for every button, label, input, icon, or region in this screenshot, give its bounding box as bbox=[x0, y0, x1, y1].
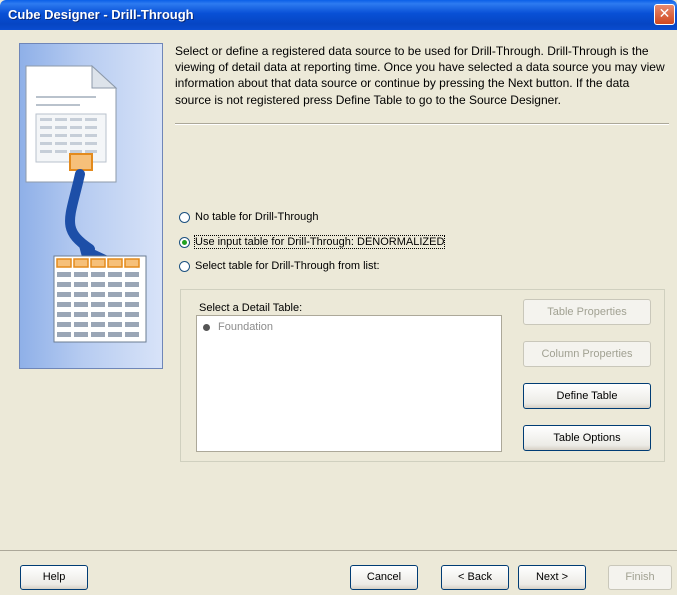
detail-table-group-label: Select a Detail Table: bbox=[199, 302, 303, 314]
finish-button[interactable]: Finish bbox=[608, 565, 672, 590]
help-label: Help bbox=[42, 571, 66, 583]
table-options-label: Table Options bbox=[553, 432, 621, 444]
table-options-button[interactable]: Table Options bbox=[523, 425, 651, 451]
drill-through-graphic bbox=[25, 64, 147, 343]
radio-select-from-list[interactable] bbox=[179, 260, 190, 272]
title-bar[interactable]: Cube Designer - Drill-Through ✕ bbox=[0, 0, 677, 30]
cancel-button[interactable]: Cancel bbox=[350, 565, 418, 590]
define-table-label: Define Table bbox=[556, 390, 618, 402]
footer-divider bbox=[0, 550, 677, 551]
help-button[interactable]: Help bbox=[20, 565, 88, 590]
column-properties-label: Column Properties bbox=[541, 348, 633, 360]
radio-no-table[interactable] bbox=[179, 211, 190, 223]
data-table-icon bbox=[53, 255, 147, 343]
back-button[interactable]: < Back bbox=[441, 565, 509, 590]
cancel-label: Cancel bbox=[366, 571, 402, 583]
back-label: < Back bbox=[458, 571, 492, 583]
detail-table-list[interactable]: Foundation bbox=[196, 315, 502, 452]
close-button[interactable]: ✕ bbox=[654, 4, 675, 25]
option-no-table[interactable]: No table for Drill-Through bbox=[179, 209, 319, 225]
option-use-input-table[interactable]: Use input table for Drill-Through: DENOR… bbox=[179, 234, 446, 250]
drill-through-illustration bbox=[19, 43, 163, 369]
header-divider bbox=[175, 123, 669, 125]
radio-use-input-table[interactable] bbox=[179, 236, 190, 248]
table-properties-button[interactable]: Table Properties bbox=[523, 299, 651, 325]
list-item-label: Foundation bbox=[218, 321, 274, 333]
define-table-button[interactable]: Define Table bbox=[523, 383, 651, 409]
option-no-table-label: No table for Drill-Through bbox=[195, 211, 319, 223]
next-button[interactable]: Next > bbox=[518, 565, 586, 590]
list-item[interactable]: Foundation bbox=[203, 321, 273, 333]
finish-label: Finish bbox=[625, 571, 655, 583]
close-icon: ✕ bbox=[658, 6, 671, 22]
column-properties-button[interactable]: Column Properties bbox=[523, 341, 651, 367]
next-label: Next > bbox=[535, 571, 569, 583]
option-select-from-list[interactable]: Select table for Drill-Through from list… bbox=[179, 258, 380, 274]
document-icon bbox=[25, 64, 118, 183]
table-properties-label: Table Properties bbox=[547, 306, 627, 318]
instructions-text: Select or define a registered data sourc… bbox=[175, 44, 665, 107]
option-use-input-label: Use input table for Drill-Through: DENOR… bbox=[193, 235, 446, 249]
dialog-window: Cube Designer - Drill-Through ✕ Select o… bbox=[0, 0, 677, 595]
table-bullet-icon bbox=[203, 323, 210, 331]
window-title: Cube Designer - Drill-Through bbox=[8, 7, 194, 22]
option-select-list-label: Select table for Drill-Through from list… bbox=[195, 260, 380, 272]
